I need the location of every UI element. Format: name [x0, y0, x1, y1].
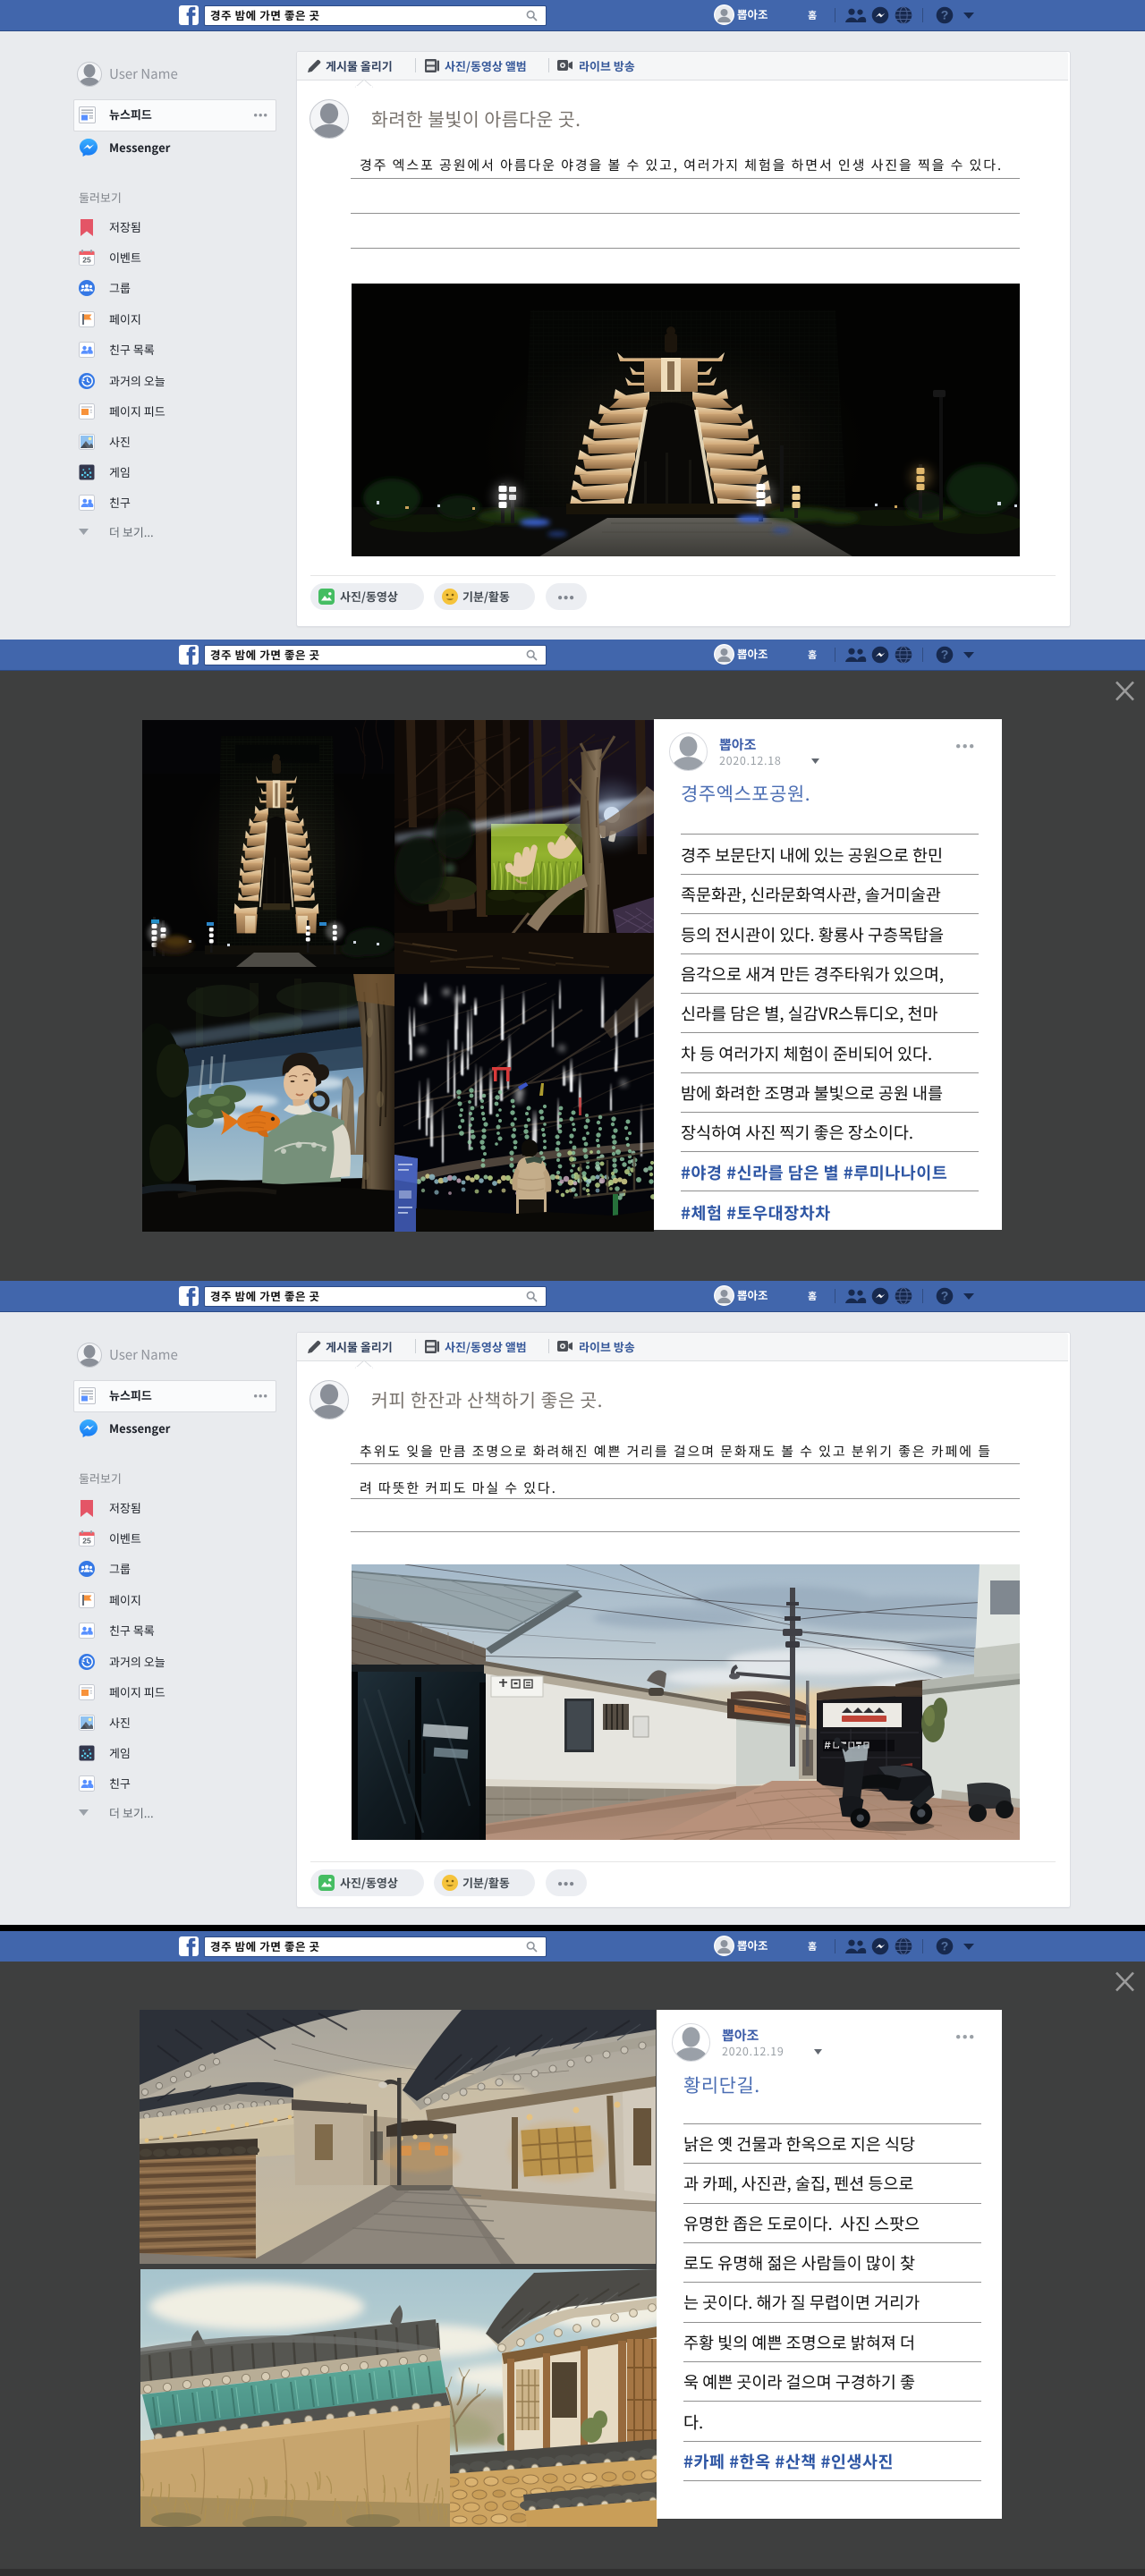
svg-text:25: 25 [82, 256, 91, 265]
svg-text:?: ? [941, 1939, 949, 1953]
svg-text:?: ? [941, 648, 949, 662]
svg-text:?: ? [941, 8, 949, 22]
svg-text:25: 25 [82, 1537, 91, 1546]
svg-text:?: ? [941, 1289, 949, 1303]
